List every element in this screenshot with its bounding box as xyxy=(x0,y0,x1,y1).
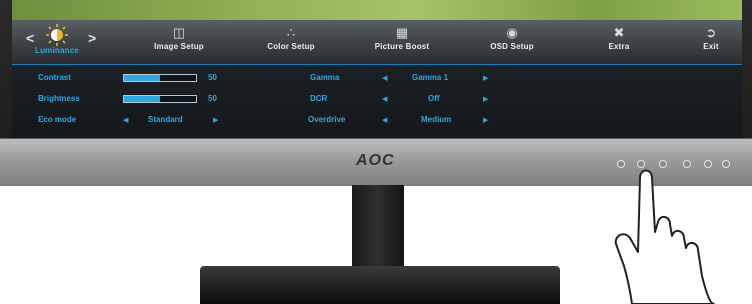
menu-label: Luminance xyxy=(34,46,80,55)
eco-mode-left-arrow-icon[interactable]: ◀ xyxy=(123,116,128,124)
menu-label: Exit xyxy=(703,42,719,51)
menu-item-osd-setup[interactable]: ◉ OSD Setup xyxy=(467,24,557,52)
contrast-label: Contrast xyxy=(38,73,71,82)
picture-boost-icon: ▦ xyxy=(395,25,409,40)
dcr-label: DCR xyxy=(310,94,328,103)
dcr-right-arrow-icon[interactable]: ▶ xyxy=(483,95,488,103)
menu-label: Image Setup xyxy=(154,42,204,51)
menu-item-color-setup[interactable]: ∴ Color Setup xyxy=(246,24,336,52)
dcr-left-arrow-icon[interactable]: ◀ xyxy=(382,95,387,103)
overdrive-label: Overdrive xyxy=(308,115,346,124)
monitor-screen: < > Luminance ◫ Image Setup ∴ Color Setu… xyxy=(12,0,742,138)
menu-item-image-setup[interactable]: ◫ Image Setup xyxy=(134,24,224,52)
menu-item-luminance[interactable]: Luminance xyxy=(12,24,102,55)
eco-mode-right-arrow-icon[interactable]: ▶ xyxy=(213,116,218,124)
gamma-label: Gamma xyxy=(310,73,340,82)
menu-label: Color Setup xyxy=(267,42,315,51)
eco-mode-value: Standard xyxy=(148,115,183,124)
wallpaper-strip xyxy=(12,0,742,20)
brightness-slider[interactable] xyxy=(123,95,197,103)
brightness-label: Brightness xyxy=(38,94,80,103)
gamma-value: Gamma 1 xyxy=(412,73,449,82)
overdrive-value: Medium xyxy=(421,115,452,124)
menu-item-exit[interactable]: ➲ Exit xyxy=(666,24,742,52)
dcr-value: Off xyxy=(428,94,440,103)
brightness-value: 50 xyxy=(208,94,217,103)
gamma-left-arrow-icon[interactable]: ◀ xyxy=(382,74,387,82)
contrast-value: 50 xyxy=(208,73,217,82)
brightness-slider-fill xyxy=(124,96,160,102)
brand-logo: AOC xyxy=(356,152,395,169)
monitor-stand-neck xyxy=(352,185,404,267)
overdrive-left-arrow-icon[interactable]: ◀ xyxy=(382,116,387,124)
pointing-hand-icon xyxy=(614,169,715,304)
exit-icon: ➲ xyxy=(705,25,717,40)
menu-label: OSD Setup xyxy=(490,42,534,51)
overdrive-right-arrow-icon[interactable]: ▶ xyxy=(483,116,488,124)
luminance-panel: Contrast 50 Brightness 50 Eco mode ◀ Sta… xyxy=(12,65,742,138)
monitor-stand-base xyxy=(200,266,560,304)
menu-label: Extra xyxy=(608,42,630,51)
contrast-slider[interactable] xyxy=(123,74,197,82)
menu-label: Picture Boost xyxy=(374,42,430,51)
gamma-right-arrow-icon[interactable]: ▶ xyxy=(483,74,488,82)
image-setup-icon: ◫ xyxy=(172,25,186,40)
extra-icon: ✖ xyxy=(613,25,625,40)
eco-mode-label: Eco mode xyxy=(38,115,77,124)
menu-item-extra[interactable]: ✖ Extra xyxy=(574,24,664,52)
osd-menu-bar: < > Luminance ◫ Image Setup ∴ Color Setu… xyxy=(12,20,742,65)
osd-setup-icon: ◉ xyxy=(506,25,518,40)
contrast-slider-fill xyxy=(124,75,160,81)
sun-icon xyxy=(46,24,68,46)
color-setup-icon: ∴ xyxy=(286,25,296,40)
menu-item-picture-boost[interactable]: ▦ Picture Boost xyxy=(357,24,447,52)
